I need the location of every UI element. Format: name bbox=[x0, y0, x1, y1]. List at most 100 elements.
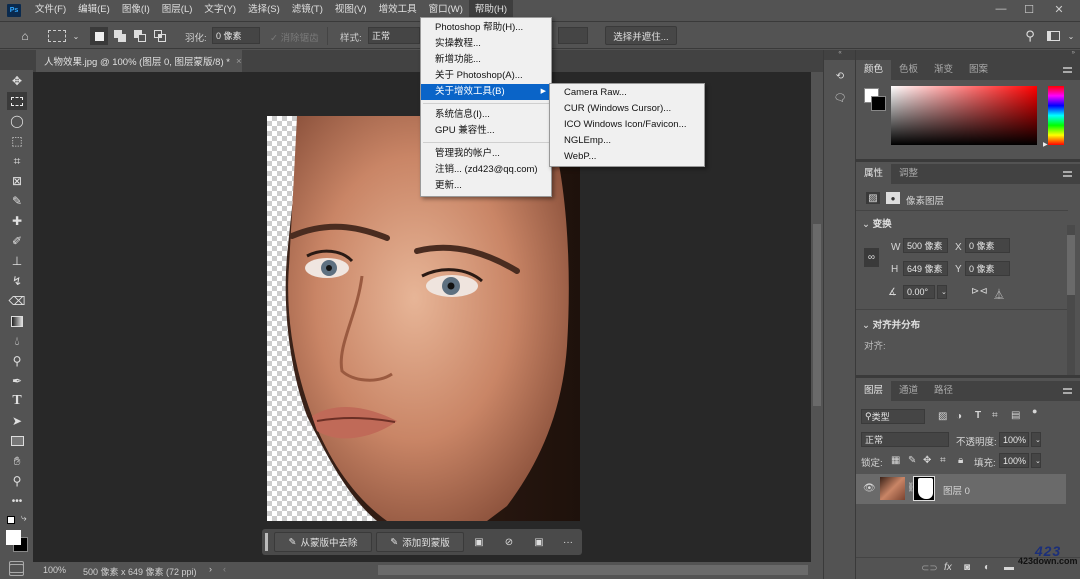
plugin-menu-item[interactable]: ICO Windows Icon/Favicon... bbox=[550, 117, 704, 133]
help-menu-item[interactable]: 新增功能... bbox=[421, 52, 551, 68]
new-selection-button[interactable] bbox=[90, 27, 108, 45]
opacity-dropdown[interactable]: ⌄ bbox=[1031, 432, 1041, 447]
plugin-menu-item[interactable]: CUR (Windows Cursor)... bbox=[550, 101, 704, 117]
link-dimensions-button[interactable]: ∞ bbox=[864, 248, 879, 267]
intersect-selection-button[interactable] bbox=[152, 28, 168, 44]
x-input[interactable]: 0 像素 bbox=[965, 238, 1010, 253]
add-mask-icon[interactable]: ◙ bbox=[964, 562, 970, 573]
transform-section-header[interactable]: ⌄ 变换 bbox=[862, 216, 892, 230]
filter-shape-icon[interactable]: ⌗ bbox=[992, 410, 998, 421]
menu-1[interactable]: 编辑(E) bbox=[72, 0, 116, 20]
plugin-menu-item[interactable]: WebP... bbox=[550, 149, 704, 165]
select-and-mask-button[interactable]: 选择并遮住... bbox=[605, 26, 677, 45]
help-menu-item[interactable]: 关于增效工具(B) ▶ bbox=[421, 84, 551, 100]
plugin-menu-item[interactable]: NGLEmp... bbox=[550, 133, 704, 149]
screen-mode-button[interactable] bbox=[9, 564, 24, 576]
close-tab-icon[interactable]: × bbox=[236, 56, 242, 67]
default-colors-icon[interactable] bbox=[7, 516, 15, 524]
home-button[interactable]: ⌂ bbox=[17, 28, 33, 44]
eraser-tool[interactable]: ⌫ bbox=[7, 292, 27, 310]
layer-name[interactable]: 图层 0 bbox=[943, 483, 970, 497]
layers-tab-2[interactable]: 路径 bbox=[926, 381, 961, 401]
brush-tool[interactable]: ✐ bbox=[7, 232, 27, 250]
more-options-button[interactable]: ··· bbox=[560, 535, 576, 549]
fx-icon[interactable]: fx bbox=[944, 562, 952, 573]
help-menu-item[interactable]: GPU 兼容性... bbox=[421, 123, 551, 139]
clone-stamp-tool[interactable]: ⊥ bbox=[7, 252, 27, 270]
mask-icon[interactable]: ● bbox=[886, 192, 900, 204]
help-menu-item[interactable]: 关于 Photoshop(A)... bbox=[421, 68, 551, 84]
chevron-down-icon[interactable]: ⌄ bbox=[68, 28, 84, 44]
color-tab-0[interactable]: 颜色 bbox=[856, 60, 892, 80]
disable-mask-button[interactable]: ⊘ bbox=[502, 535, 516, 549]
hue-slider-handle[interactable]: ▶ bbox=[1043, 141, 1048, 148]
properties-scrollbar[interactable] bbox=[1067, 225, 1075, 375]
layers-tab-1[interactable]: 通道 bbox=[891, 381, 926, 401]
lock-position-icon[interactable]: ✥ bbox=[923, 455, 931, 466]
type-tool[interactable]: T bbox=[7, 392, 27, 410]
lock-all-icon[interactable]: 🔒︎ bbox=[958, 455, 963, 466]
history-brush-tool[interactable]: ↯ bbox=[7, 272, 27, 290]
layers-tab-0[interactable]: 图层 bbox=[856, 381, 892, 401]
plugin-menu-item[interactable]: Camera Raw... bbox=[550, 85, 704, 101]
menu-8[interactable]: 增效工具 bbox=[373, 0, 423, 20]
more-tools[interactable]: ••• bbox=[7, 492, 27, 510]
document-tab[interactable]: 人物效果.jpg @ 100% (图层 0, 图层蒙版/8) * × bbox=[36, 50, 242, 72]
lasso-tool[interactable]: ◯ bbox=[7, 112, 27, 130]
filter-toggle-icon[interactable]: ● bbox=[1032, 406, 1037, 416]
angle-dropdown[interactable]: ⌄ bbox=[937, 285, 947, 299]
mask-properties-button[interactable]: ▣ bbox=[532, 535, 546, 549]
swap-colors-icon[interactable]: ⤷ bbox=[21, 513, 27, 524]
eyedropper-tool[interactable]: ✎ bbox=[7, 192, 27, 210]
history-panel-button[interactable]: ⟲ bbox=[832, 68, 848, 84]
minimize-button[interactable]: — bbox=[988, 0, 1014, 18]
menu-5[interactable]: 选择(S) bbox=[242, 0, 286, 20]
blend-mode-select[interactable]: 正常 bbox=[861, 432, 949, 447]
filter-type-icon[interactable]: T bbox=[975, 410, 981, 421]
y-input[interactable]: 0 像素 bbox=[965, 261, 1010, 276]
healing-brush-tool[interactable]: ✚ bbox=[7, 212, 27, 230]
menu-0[interactable]: 文件(F) bbox=[29, 0, 72, 20]
new-group-icon[interactable]: ▬ bbox=[1004, 562, 1014, 573]
collapse-icon[interactable]: « bbox=[824, 50, 856, 60]
layer-mask-thumbnail[interactable] bbox=[913, 476, 935, 501]
gradient-tool[interactable] bbox=[7, 312, 27, 330]
width-input[interactable]: 500 像素 bbox=[903, 238, 948, 253]
flip-vertical-icon[interactable]: ⏅ bbox=[994, 286, 1004, 301]
background-swatch[interactable] bbox=[871, 96, 886, 111]
status-menu-icon[interactable]: › bbox=[209, 564, 212, 574]
subtract-selection-button[interactable] bbox=[132, 28, 148, 44]
layer-filter-select[interactable]: ⚲ 类型 bbox=[861, 409, 925, 424]
align-section-header[interactable]: ⌄ 对齐并分布 bbox=[862, 317, 920, 331]
fill-input[interactable]: 100% bbox=[999, 453, 1029, 468]
panel-menu-icon[interactable] bbox=[1063, 388, 1072, 394]
menu-3[interactable]: 图层(L) bbox=[156, 0, 199, 20]
marquee-tool-preset[interactable] bbox=[48, 30, 66, 42]
color-tab-3[interactable]: 图案 bbox=[961, 60, 996, 80]
vertical-scrollbar[interactable] bbox=[811, 72, 823, 562]
lock-artboard-icon[interactable]: ⌗ bbox=[940, 455, 946, 466]
layer-row[interactable]: 👁︎ ⛓︎ 图层 0 bbox=[856, 474, 1066, 504]
menu-2[interactable]: 图像(I) bbox=[116, 0, 156, 20]
menu-4[interactable]: 文字(Y) bbox=[198, 0, 242, 20]
menu-7[interactable]: 视图(V) bbox=[329, 0, 373, 20]
help-menu-item[interactable]: 更新... bbox=[421, 178, 551, 194]
zoom-tool[interactable]: ⚲ bbox=[7, 472, 27, 490]
properties-tab-0[interactable]: 属性 bbox=[856, 164, 892, 184]
dodge-tool[interactable]: ⚲ bbox=[7, 352, 27, 370]
feather-input[interactable]: 0 像素 bbox=[212, 27, 260, 44]
style-select[interactable]: 正常 bbox=[368, 27, 420, 44]
zoom-level[interactable]: 100% bbox=[43, 565, 66, 575]
help-menu-item[interactable]: 注销... (zd423@qq.com) bbox=[421, 162, 551, 178]
drag-handle[interactable] bbox=[265, 533, 268, 551]
help-menu-item[interactable]: 系统信息(I)... bbox=[421, 107, 551, 123]
filter-pixel-icon[interactable]: ▨ bbox=[938, 411, 947, 422]
fill-dropdown[interactable]: ⌄ bbox=[1031, 453, 1041, 468]
comments-panel-button[interactable]: 🗨︎ bbox=[832, 90, 848, 106]
add-selection-button[interactable] bbox=[112, 28, 128, 44]
help-menu-item[interactable]: 实操教程... bbox=[421, 36, 551, 52]
angle-input[interactable]: 0.00° bbox=[903, 285, 935, 299]
height-input[interactable] bbox=[558, 27, 588, 44]
workspace-button[interactable] bbox=[1045, 28, 1061, 44]
blur-tool[interactable]: 💧︎ bbox=[7, 332, 27, 350]
